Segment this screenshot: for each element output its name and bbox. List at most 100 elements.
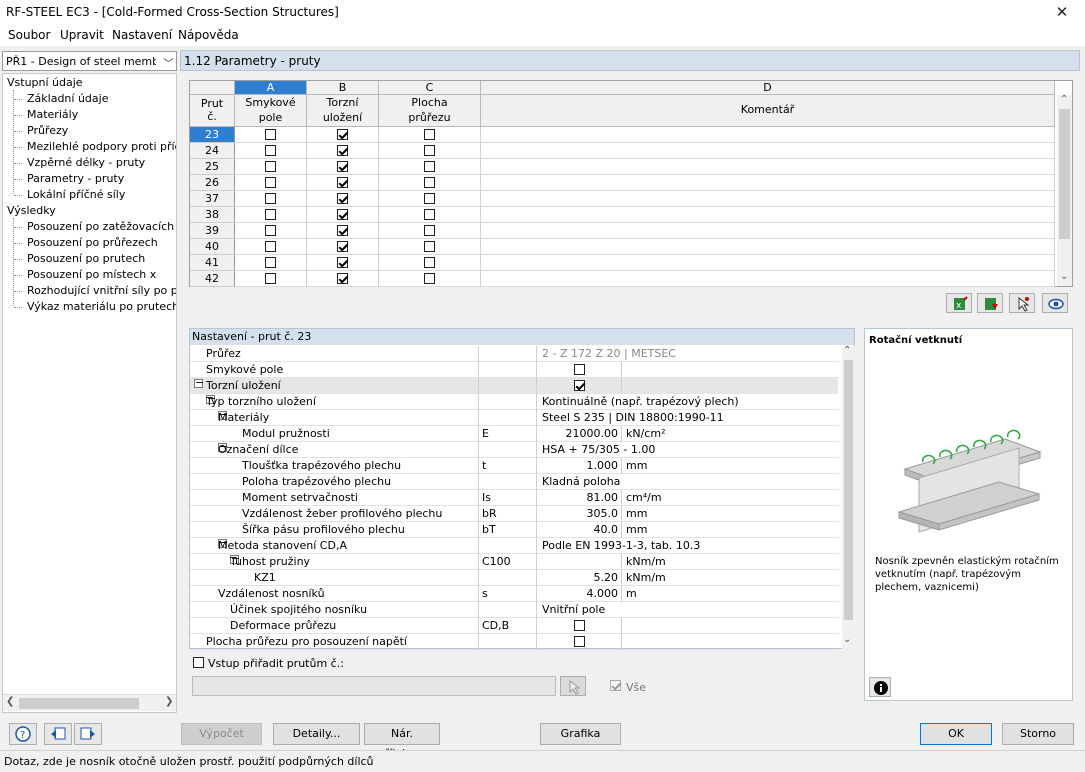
collapse-icon[interactable]: − <box>194 377 204 388</box>
grid-checkbox-c[interactable] <box>424 177 435 188</box>
row-header[interactable]: 39 <box>190 223 235 239</box>
grid-cell-c[interactable] <box>379 159 481 175</box>
next-button[interactable] <box>74 723 102 745</box>
info-button[interactable] <box>869 677 891 697</box>
col-letter-c[interactable]: C <box>379 81 481 95</box>
row-header[interactable]: 38 <box>190 207 235 223</box>
grid-cell-a[interactable] <box>235 223 307 239</box>
details-button[interactable]: Detaily... <box>273 723 360 745</box>
header-shear-field[interactable]: Smykové pole <box>235 95 307 127</box>
tree-item-sections[interactable]: Průřezy <box>27 124 68 137</box>
grid-cell-c[interactable] <box>379 191 481 207</box>
grid-checkbox-a[interactable] <box>265 241 276 252</box>
scroll-thumb[interactable] <box>1059 109 1070 239</box>
row-header[interactable]: 24 <box>190 143 235 159</box>
menu-help[interactable]: Nápověda <box>178 28 239 42</box>
settings-row[interactable]: − Označení dílce HSA + 75/305 - 1.00 <box>190 441 838 458</box>
tree-item-local-forces[interactable]: Lokální příčné síly <box>27 188 125 201</box>
grid-cell-c[interactable] <box>379 143 481 159</box>
grid-checkbox-b[interactable] <box>337 225 348 236</box>
settings-row[interactable]: − Tuhost pružiny C100 kNm/m <box>190 553 838 570</box>
col-letter-b[interactable]: B <box>307 81 379 95</box>
grid-checkbox-a[interactable] <box>265 273 276 284</box>
grid-cell-a[interactable] <box>235 255 307 271</box>
scroll-up-icon[interactable]: ⌃ <box>1060 94 1068 105</box>
grid-checkbox-b[interactable] <box>337 145 348 156</box>
grid-checkbox-a[interactable] <box>265 257 276 268</box>
tree-item-res-material-list[interactable]: Výkaz materiálu po prutech <box>27 300 176 313</box>
grid-checkbox-c[interactable] <box>424 145 435 156</box>
settings-row[interactable]: Vzdálenost žeber profilového plechu bR 305… <box>190 506 838 522</box>
grid-cell-b[interactable] <box>307 255 379 271</box>
grid-cell-comment[interactable] <box>481 207 1055 223</box>
row-header[interactable]: 37 <box>190 191 235 207</box>
grid-checkbox-b[interactable] <box>337 129 348 140</box>
grid-checkbox-a[interactable] <box>265 193 276 204</box>
grid-checkbox-b[interactable] <box>337 273 348 284</box>
tree-item-materials[interactable]: Materiály <box>27 108 78 121</box>
tree-item-res-members[interactable]: Posouzení po prutech <box>27 252 145 265</box>
grid-cell-b[interactable] <box>307 159 379 175</box>
row-header[interactable]: 25 <box>190 159 235 175</box>
header-torsion[interactable]: Torzní uložení <box>307 95 379 127</box>
all-members-checkbox[interactable] <box>610 680 621 691</box>
scroll-down-icon[interactable]: ⌄ <box>843 634 851 645</box>
grid-checkbox-a[interactable] <box>265 161 276 172</box>
grid-checkbox-b[interactable] <box>337 257 348 268</box>
row-header[interactable]: 42 <box>190 271 235 287</box>
tree-item-member-params[interactable]: Parametry - pruty <box>27 172 124 185</box>
national-annex-button[interactable]: Nár. příloha... <box>364 723 440 760</box>
grid-checkbox-c[interactable] <box>424 161 435 172</box>
grid-checkbox-c[interactable] <box>424 273 435 284</box>
scroll-right-icon[interactable]: ❯ <box>165 696 173 707</box>
ok-button[interactable]: OK <box>920 723 992 745</box>
grid-checkbox-b[interactable] <box>337 177 348 188</box>
grid-cell-b[interactable] <box>307 127 379 143</box>
grid-cell-a[interactable] <box>235 191 307 207</box>
settings-row[interactable]: − Materiály Steel S 235 | DIN 18800:1990-1… <box>190 409 838 426</box>
settings-row[interactable]: Plocha průřezu pro posouzení napětí <box>190 634 838 650</box>
grid-checkbox-b[interactable] <box>337 241 348 252</box>
grid-checkbox-a[interactable] <box>265 177 276 188</box>
grid-cell-a[interactable] <box>235 143 307 159</box>
grid-checkbox-c[interactable] <box>424 241 435 252</box>
grid-vscrollbar[interactable]: ⌃ ⌄ <box>1057 94 1072 286</box>
chevron-down-icon[interactable]: ﹀ <box>163 55 173 71</box>
settings-row[interactable]: Poloha trapézového plechu Kladná poloha <box>190 474 838 490</box>
grid-cell-b[interactable] <box>307 239 379 255</box>
grid-cell-comment[interactable] <box>481 159 1055 175</box>
grid-cell-c[interactable] <box>379 271 481 287</box>
setting-checkbox[interactable] <box>574 636 585 647</box>
close-icon[interactable]: ✕ <box>1047 1 1077 23</box>
row-header[interactable]: 26 <box>190 175 235 191</box>
grid-checkbox-a[interactable] <box>265 225 276 236</box>
help-button[interactable]: ? <box>9 723 37 745</box>
header-comment[interactable]: Komentář <box>481 95 1055 127</box>
grid-cell-a[interactable] <box>235 239 307 255</box>
grid-cell-c[interactable] <box>379 207 481 223</box>
setting-checkbox[interactable] <box>574 380 585 391</box>
settings-row[interactable]: Průřez 2 - Z 172 Z 20 | METSEC <box>190 346 838 362</box>
grid-checkbox-b[interactable] <box>337 161 348 172</box>
settings-row[interactable]: Vzdálenost nosníků s 4.000 m <box>190 586 838 602</box>
grid-checkbox-a[interactable] <box>265 145 276 156</box>
settings-vscrollbar[interactable]: ⌃ ⌄ <box>842 345 855 649</box>
grid-cell-comment[interactable] <box>481 175 1055 191</box>
tree-item-buckling-lengths[interactable]: Vzpěrné délky - pruty <box>27 156 145 169</box>
import-excel-button[interactable] <box>977 293 1003 313</box>
col-letter-a[interactable]: A <box>235 81 307 95</box>
grid-checkbox-c[interactable] <box>424 257 435 268</box>
tree-item-res-sections[interactable]: Posouzení po průřezech <box>27 236 158 249</box>
case-select[interactable]: PŘ1 - Design of steel members according … <box>2 51 177 71</box>
grid-checkbox-a[interactable] <box>265 209 276 220</box>
grid-cell-comment[interactable] <box>481 223 1055 239</box>
grid-cell-a[interactable] <box>235 175 307 191</box>
menu-settings[interactable]: Nastavení <box>112 28 172 42</box>
scroll-left-icon[interactable]: ❮ <box>6 696 14 707</box>
grid-cell-b[interactable] <box>307 271 379 287</box>
scroll-thumb[interactable] <box>19 698 139 709</box>
pick-members-button[interactable] <box>560 676 586 696</box>
grid-checkbox-c[interactable] <box>424 209 435 220</box>
col-letter-d[interactable]: D <box>481 81 1055 95</box>
grid-checkbox-c[interactable] <box>424 129 435 140</box>
